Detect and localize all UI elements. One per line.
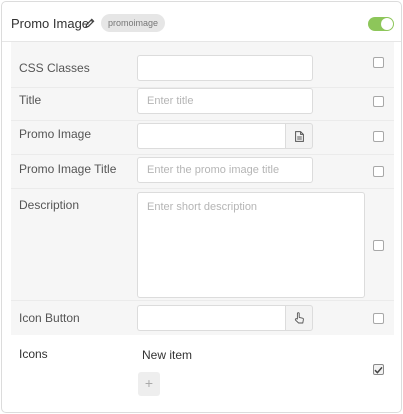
- check-icon: [374, 366, 383, 374]
- toggle-knob: [381, 18, 393, 30]
- row-description: Description: [11, 189, 394, 301]
- row-promo-image: Promo Image: [11, 121, 394, 155]
- css-classes-input[interactable]: [137, 55, 313, 81]
- description-label: Description: [19, 198, 80, 212]
- icons-repeater: Icons New item +: [11, 335, 394, 405]
- file-icon: [294, 130, 304, 142]
- icons-checkbox[interactable]: [373, 364, 384, 375]
- promo-image-title-label: Promo Image Title: [19, 162, 117, 176]
- add-icon-button[interactable]: +: [138, 372, 160, 396]
- promo-image-title-checkbox[interactable]: [373, 166, 384, 177]
- icon-button-input[interactable]: [137, 305, 285, 331]
- title-label: Title: [19, 93, 42, 107]
- row-css-classes: CSS Classes: [11, 42, 394, 88]
- title-checkbox[interactable]: [373, 96, 384, 107]
- row-title: Title: [11, 88, 394, 121]
- description-checkbox[interactable]: [373, 240, 384, 251]
- promo-image-panel: Promo Image promoimage CSS Classes Title…: [1, 1, 402, 413]
- css-classes-label: CSS Classes: [19, 61, 90, 75]
- file-picker-button[interactable]: [285, 123, 313, 149]
- pencil-icon[interactable]: [85, 18, 95, 28]
- component-tag: promoimage: [101, 14, 166, 32]
- css-classes-checkbox[interactable]: [373, 57, 384, 68]
- promo-image-input[interactable]: [137, 123, 285, 149]
- fields-area: CSS Classes Title Promo Image: [11, 42, 394, 335]
- row-promo-image-title: Promo Image Title: [11, 155, 394, 189]
- title-input[interactable]: [137, 88, 313, 114]
- promo-image-checkbox[interactable]: [373, 131, 384, 142]
- icon-picker-button[interactable]: [285, 305, 313, 331]
- icons-new-item[interactable]: New item: [142, 348, 192, 362]
- promo-image-title-input[interactable]: [137, 157, 313, 183]
- icon-button-label: Icon Button: [19, 311, 80, 325]
- hand-pointer-icon: [294, 312, 304, 324]
- icon-button-checkbox[interactable]: [373, 313, 384, 324]
- row-icon-button: Icon Button: [11, 301, 394, 335]
- panel-header: Promo Image promoimage: [2, 2, 401, 42]
- enable-toggle[interactable]: [368, 17, 394, 31]
- promo-image-label: Promo Image: [19, 127, 92, 141]
- description-textarea[interactable]: [137, 192, 365, 298]
- panel-title: Promo Image: [11, 16, 90, 31]
- icons-label: Icons: [19, 347, 48, 361]
